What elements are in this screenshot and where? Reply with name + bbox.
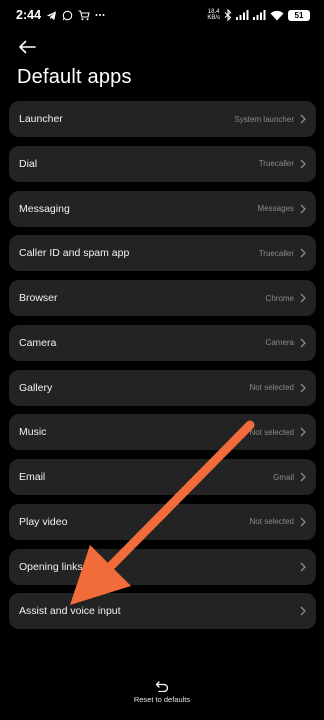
- item-value: Gmail: [273, 472, 294, 482]
- chevron-right-icon: [300, 427, 306, 437]
- item-label: Launcher: [19, 113, 63, 125]
- item-value: Not selected: [249, 427, 294, 437]
- list-item-gallery[interactable]: Gallery Not selected: [9, 369, 316, 406]
- chevron-right-icon: [300, 204, 306, 214]
- list-item-browser[interactable]: Browser Chrome: [9, 280, 316, 316]
- item-label: Music: [19, 426, 47, 439]
- list-item-music[interactable]: Music Not selected: [9, 414, 316, 451]
- item-value: Not selected: [249, 383, 294, 392]
- chevron-right-icon: [300, 338, 306, 348]
- network-speed: 18.4 KB/s: [207, 9, 220, 21]
- reset-label: Reset to defaults: [133, 695, 191, 704]
- list-item-email[interactable]: Email Gmail: [9, 459, 316, 495]
- chevron-right-icon: [300, 248, 306, 258]
- item-label: Caller ID and spam app: [19, 247, 130, 260]
- chevron-right-icon: [300, 383, 306, 393]
- list-item-opening-links[interactable]: Opening links: [9, 548, 316, 585]
- item-value: Truecaller: [258, 159, 294, 169]
- bluetooth-icon: [224, 9, 232, 21]
- chevron-right-icon: [300, 114, 306, 124]
- chevron-right-icon: [300, 517, 306, 527]
- signal-icon-2: [253, 10, 266, 20]
- chevron-right-icon: [300, 159, 306, 169]
- default-apps-list: Launcher System launcher Dial Truecaller…: [9, 101, 316, 638]
- item-label: Play video: [19, 515, 68, 528]
- item-value: Not selected: [249, 517, 294, 527]
- item-value: Camera: [265, 338, 294, 348]
- item-label: Messaging: [19, 202, 70, 215]
- whatsapp-icon: [62, 10, 73, 21]
- item-value: System launcher: [234, 114, 294, 124]
- reset-to-defaults-button[interactable]: Reset to defaults: [120, 680, 204, 704]
- item-label: Email: [19, 471, 46, 483]
- item-label: Browser: [19, 292, 58, 304]
- signal-icon-1: [236, 10, 249, 20]
- item-label: Camera: [19, 336, 57, 349]
- item-label: Opening links: [19, 560, 83, 573]
- back-button[interactable]: [16, 36, 38, 58]
- list-item-camera[interactable]: Camera Camera: [9, 324, 316, 361]
- wifi-icon: [270, 10, 284, 21]
- item-value: Chrome: [265, 293, 294, 303]
- status-left: 2:44: [16, 8, 105, 22]
- chevron-right-icon: [300, 562, 306, 572]
- list-item-assist-voice-input[interactable]: Assist and voice input: [9, 593, 316, 630]
- item-value: Truecaller: [258, 248, 294, 258]
- network-speed-unit: KB/s: [207, 15, 220, 21]
- item-label: Dial: [19, 157, 38, 170]
- list-item-caller-id[interactable]: Caller ID and spam app Truecaller: [9, 235, 316, 272]
- status-time: 2:44: [16, 8, 42, 22]
- telegram-icon: [46, 10, 57, 21]
- more-notifications-icon: [95, 13, 105, 17]
- list-item-dial[interactable]: Dial Truecaller: [9, 145, 316, 182]
- item-value: Messages: [257, 204, 294, 213]
- list-item-messaging[interactable]: Messaging Messages: [9, 190, 316, 227]
- battery-icon: 51: [288, 9, 310, 21]
- status-bar: 2:44 18.4 KB/s 51: [0, 0, 324, 30]
- status-right: 18.4 KB/s 51: [207, 9, 310, 21]
- back-arrow-icon: [19, 40, 36, 54]
- page-title: Default apps: [17, 66, 132, 88]
- chevron-right-icon: [300, 472, 306, 482]
- undo-icon: [155, 681, 169, 692]
- shopping-cart-icon: [78, 9, 90, 21]
- chevron-right-icon: [300, 293, 306, 303]
- item-label: Assist and voice input: [19, 605, 121, 618]
- item-label: Gallery: [19, 381, 53, 394]
- chevron-right-icon: [300, 606, 306, 616]
- list-item-play-video[interactable]: Play video Not selected: [9, 503, 316, 540]
- list-item-launcher[interactable]: Launcher System launcher: [9, 101, 316, 137]
